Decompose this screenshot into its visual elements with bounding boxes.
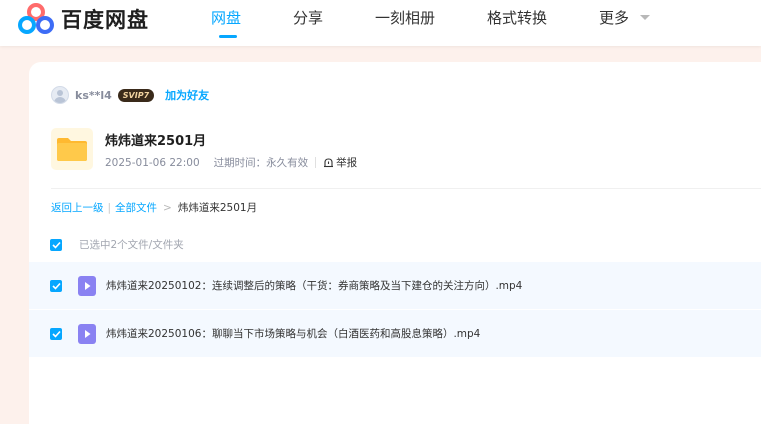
breadcrumb: 返回上一级 | 全部文件 > 炜炜道来2501月 [51,200,257,215]
logo-icon [18,3,54,34]
nav-item-format-convert[interactable]: 格式转换 [487,7,547,28]
share-date: 2025-01-06 22:00 [105,156,200,169]
checkmark-icon [51,330,61,338]
breadcrumb-current: 炜炜道来2501月 [177,202,258,214]
section-divider [51,188,761,189]
breadcrumb-arrow-icon: > [163,201,172,214]
selection-bar: 已选中2个文件/文件夹 [50,237,184,252]
report-icon [324,158,334,168]
baidu-netdisk-logo[interactable]: 百度网盘 [18,2,149,36]
nav-item-share[interactable]: 分享 [293,7,323,28]
selection-count-text: 已选中2个文件/文件夹 [79,239,184,251]
share-title: 炜炜道来2501月 [105,134,207,149]
sharer-info: ks**l4 SVIP7 加为好友 [51,86,209,104]
sharer-username: ks**l4 [75,88,112,102]
breadcrumb-back-link[interactable]: 返回上一级 [51,200,104,215]
file-name[interactable]: 炜炜道来20250102：连续调整后的策略（干货：券商策略及当下建仓的关注方向）… [106,278,522,293]
breadcrumb-separator: | [107,201,112,214]
chevron-down-icon[interactable] [640,15,650,20]
checkmark-icon [51,241,61,249]
file-row[interactable]: 炜炜道来20250102：连续调整后的策略（干货：券商策略及当下建仓的关注方向）… [29,262,761,309]
meta-divider [315,157,317,168]
breadcrumb-all-files-link[interactable]: 全部文件 [115,200,157,215]
video-file-icon [78,275,96,296]
nav-active-indicator [219,35,237,38]
file-checkbox[interactable] [50,327,62,340]
file-row[interactable]: 炜炜道来20250106：聊聊当下市场策略与机会（白酒医药和高股息策略）.mp4 [29,310,761,357]
nav-item-moment-album[interactable]: 一刻相册 [375,7,435,28]
file-checkbox[interactable] [50,279,62,292]
brand-name: 百度网盘 [61,8,149,32]
report-label: 举报 [336,157,358,169]
folder-icon [51,128,93,170]
share-meta: 2025-01-06 22:00 过期时间： 永久有效 举报 [105,155,357,170]
share-content-card: ks**l4 SVIP7 加为好友 炜炜道来2501月 2025-01-06 2… [29,62,761,424]
nav-item-netdisk[interactable]: 网盘 [211,7,241,28]
expiry-value: 永久有效 [266,157,309,169]
select-all-checkbox[interactable] [50,238,62,251]
report-button[interactable]: 举报 [323,155,357,170]
checkmark-icon [51,282,61,290]
expiry-label: 过期时间： [213,157,267,169]
file-name[interactable]: 炜炜道来20250106：聊聊当下市场策略与机会（白酒医药和高股息策略）.mp4 [106,326,480,341]
add-friend-link[interactable]: 加为好友 [165,87,209,103]
top-nav-bar: 百度网盘 网盘 分享 一刻相册 格式转换 更多 [0,0,761,46]
nav-item-more[interactable]: 更多 [599,7,629,28]
video-file-icon [78,323,96,344]
vip-badge: SVIP7 [117,88,155,102]
avatar[interactable] [51,86,69,104]
